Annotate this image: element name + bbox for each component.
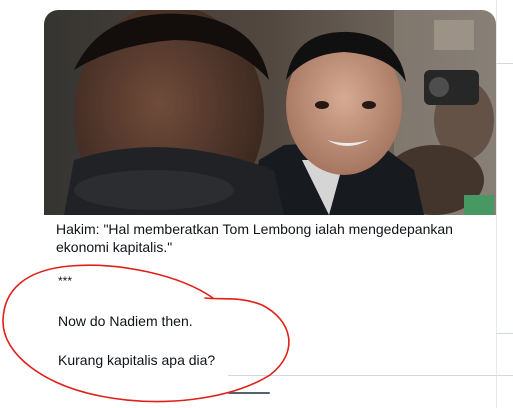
tweet-text-line-2: Kurang kapitalis apa dia? <box>58 352 216 368</box>
divider <box>228 375 513 376</box>
divider <box>496 333 513 334</box>
tweet-caption: Hakim: "Hal memberatkan Tom Lembong iala… <box>56 221 453 255</box>
scrollbar-thumb[interactable] <box>228 392 270 394</box>
news-photo[interactable] <box>44 10 496 215</box>
tweet-text-line-1: Now do Nadiem then. <box>58 313 193 329</box>
divider <box>496 63 513 64</box>
tweet-embed-card[interactable]: Hakim: "Hal memberatkan Tom Lembong iala… <box>44 10 496 256</box>
separator-text: *** <box>58 274 73 288</box>
right-divider <box>496 0 497 408</box>
